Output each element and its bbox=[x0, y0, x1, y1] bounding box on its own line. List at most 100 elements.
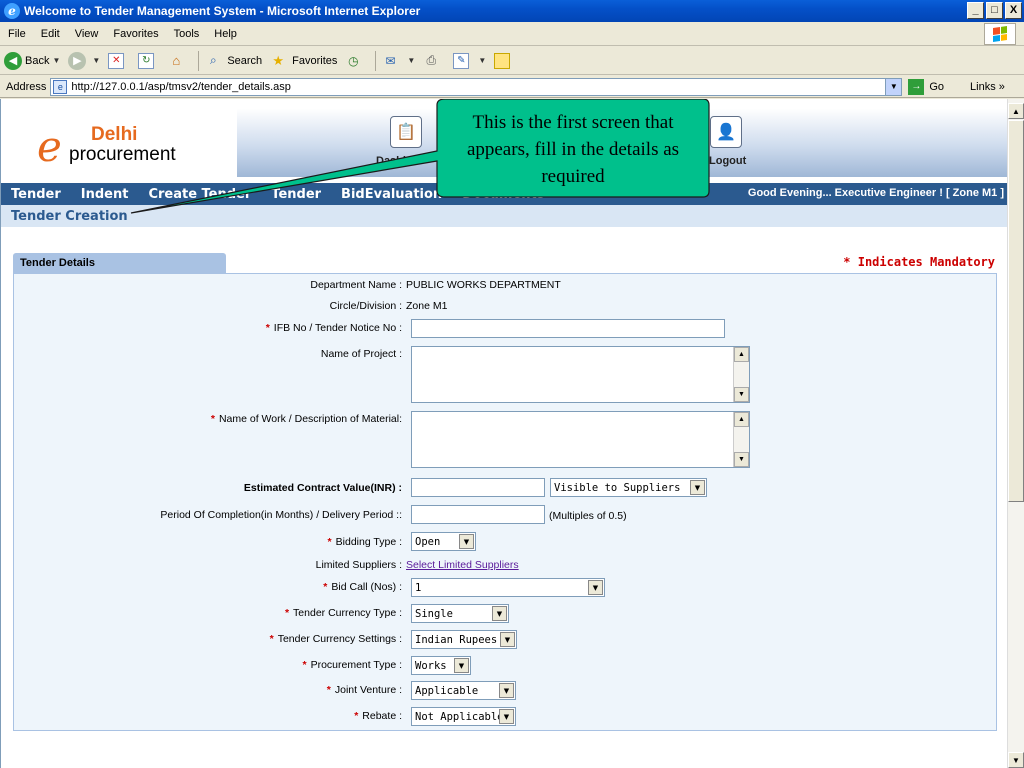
messenger-button[interactable] bbox=[494, 52, 516, 69]
required-marker: * bbox=[302, 659, 307, 671]
links-button[interactable]: Links » bbox=[970, 81, 1005, 93]
currency-settings-select[interactable]: Indian Rupees ▼ bbox=[411, 630, 517, 649]
toolbar-separator bbox=[375, 50, 377, 71]
limited-suppliers-row: Limited Suppliers : Select Limited Suppl… bbox=[14, 559, 996, 571]
title-bar: e Welcome to Tender Management System - … bbox=[0, 0, 1024, 22]
scroll-thumb[interactable] bbox=[1008, 120, 1024, 502]
work-textarea[interactable]: ▲ ▼ bbox=[411, 411, 750, 468]
back-button[interactable]: ◀ Back ▼ bbox=[4, 51, 60, 70]
tender-details-tab: Tender Details bbox=[13, 253, 226, 273]
search-icon: ⌕ bbox=[209, 53, 217, 67]
menu-file[interactable]: File bbox=[8, 28, 26, 40]
window-controls: _ □ X bbox=[967, 2, 1022, 19]
address-label: Address bbox=[6, 80, 47, 93]
tender-details-panel: Department Name : PUBLIC WORKS DEPARTMEN… bbox=[13, 273, 997, 731]
procurement-type-select[interactable]: Works ▼ bbox=[411, 656, 471, 675]
jv-label: Joint Venture : bbox=[334, 684, 402, 696]
history-icon: ◷ bbox=[348, 53, 359, 68]
back-label: Back bbox=[25, 54, 50, 67]
window-title: Welcome to Tender Management System - Mi… bbox=[24, 4, 421, 18]
menu-favorites[interactable]: Favorites bbox=[113, 28, 158, 40]
textarea-scrollbar[interactable]: ▲ ▼ bbox=[733, 347, 749, 402]
chevron-down-icon: ▼ bbox=[588, 580, 603, 595]
nav-indent[interactable]: Indent bbox=[81, 187, 129, 202]
chevron-down-icon: ▼ bbox=[500, 632, 515, 647]
bid-call-select[interactable]: 1 ▼ bbox=[411, 578, 605, 597]
toolbar-separator bbox=[198, 50, 200, 71]
department-row: Department Name : PUBLIC WORKS DEPARTMEN… bbox=[14, 279, 996, 291]
nav-tender[interactable]: Tender bbox=[11, 187, 61, 202]
chevron-down-icon: ▼ bbox=[454, 658, 469, 673]
nav-bid-evaluation[interactable]: BidEvaluation bbox=[341, 187, 442, 202]
favorites-button[interactable]: ★ Favorites bbox=[270, 53, 337, 69]
nav-tender-2[interactable]: Tender bbox=[271, 187, 321, 202]
chevron-down-icon: ▼ bbox=[499, 683, 514, 698]
rebate-select[interactable]: Not Applicable ▼ bbox=[411, 707, 516, 726]
work-label: Name of Work / Description of Material: bbox=[218, 413, 402, 425]
menu-view[interactable]: View bbox=[75, 28, 99, 40]
bidcall-label: Bid Call (Nos) : bbox=[331, 581, 402, 593]
breadcrumb: Tender Creation bbox=[1, 205, 1007, 227]
dashboard-icon[interactable]: 📋 bbox=[390, 116, 422, 148]
scroll-down-icon[interactable]: ▼ bbox=[1008, 752, 1024, 768]
chevron-down-icon[interactable]: ▼ bbox=[885, 78, 902, 95]
ifb-input[interactable] bbox=[411, 319, 725, 338]
close-button[interactable]: X bbox=[1005, 2, 1022, 19]
refresh-button[interactable]: ↻ bbox=[138, 52, 160, 69]
page-title: Tender Creation bbox=[11, 208, 128, 224]
note-icon bbox=[494, 52, 511, 69]
chevron-down-icon: ▼ bbox=[407, 56, 416, 65]
ecv-visibility-select[interactable]: Visible to Suppliers ▼ bbox=[550, 478, 707, 497]
search-button[interactable]: ⌕ Search bbox=[205, 53, 262, 69]
ecv-input[interactable] bbox=[411, 478, 545, 497]
bidding-type-select[interactable]: Open ▼ bbox=[411, 532, 476, 551]
history-button[interactable]: ◷ bbox=[345, 53, 367, 69]
limited-label: Limited Suppliers : bbox=[315, 559, 402, 571]
chevron-down-icon: ▼ bbox=[492, 606, 507, 621]
period-input[interactable] bbox=[411, 505, 545, 524]
home-button[interactable]: ⌂ bbox=[168, 53, 190, 69]
vertical-scrollbar[interactable]: ▲ ▼ bbox=[1007, 99, 1024, 768]
go-button[interactable]: → Go bbox=[908, 78, 945, 95]
scroll-up-icon[interactable]: ▲ bbox=[1008, 103, 1024, 119]
currency-type-label: Tender Currency Type : bbox=[293, 607, 402, 619]
windows-logo-icon bbox=[984, 23, 1016, 45]
go-label: Go bbox=[929, 80, 945, 93]
maximize-button[interactable]: □ bbox=[986, 2, 1003, 19]
circle-label: Circle/Division : bbox=[329, 300, 402, 312]
mail-icon: ✉ bbox=[385, 53, 396, 68]
circle-value: Zone M1 bbox=[406, 300, 448, 312]
select-limited-suppliers-link[interactable]: Select Limited Suppliers bbox=[406, 559, 519, 571]
ifb-label: IFB No / Tender Notice No : bbox=[273, 322, 402, 334]
menu-help[interactable]: Help bbox=[214, 28, 237, 40]
chevron-down-icon: ▼ bbox=[478, 56, 487, 65]
nav-create-tender[interactable]: Create Tender bbox=[148, 187, 251, 202]
forward-button[interactable]: ▶ ▼ bbox=[68, 51, 101, 70]
stop-button[interactable]: ✕ bbox=[108, 52, 130, 69]
page-content: e Delhi procurement 📋 Dashb 👤 Logout Ten… bbox=[0, 99, 1007, 768]
currency-type-select[interactable]: Single ▼ bbox=[411, 604, 509, 623]
chevron-down-icon: ▼ bbox=[690, 480, 705, 495]
minimize-button[interactable]: _ bbox=[967, 2, 984, 19]
logo[interactable]: e Delhi procurement bbox=[1, 99, 237, 183]
required-marker: * bbox=[284, 607, 290, 619]
logout-icon[interactable]: 👤 bbox=[710, 116, 742, 148]
mail-button[interactable]: ✉ ▼ bbox=[382, 53, 415, 69]
browser-window: e Welcome to Tender Management System - … bbox=[0, 0, 1024, 768]
edit-button[interactable]: ✎ ▼ bbox=[453, 52, 487, 69]
print-icon: ⎙ bbox=[426, 53, 437, 67]
textarea-scrollbar[interactable]: ▲ ▼ bbox=[733, 412, 749, 467]
print-button[interactable]: ⎙ bbox=[423, 53, 445, 69]
logout-label[interactable]: Logout bbox=[709, 155, 746, 167]
address-input[interactable]: e http://127.0.0.1/asp/tmsv2/tender_deta… bbox=[50, 77, 903, 96]
joint-venture-select[interactable]: Applicable ▼ bbox=[411, 681, 516, 700]
search-label: Search bbox=[227, 54, 263, 67]
required-marker: * bbox=[326, 684, 331, 696]
menu-tools[interactable]: Tools bbox=[174, 28, 200, 40]
chevron-down-icon: ▼ bbox=[92, 56, 101, 65]
required-marker: * bbox=[265, 322, 270, 334]
dashboard-label[interactable]: Dashb bbox=[376, 155, 410, 167]
callout-text: This is the first screen that appears, f… bbox=[466, 111, 680, 187]
menu-edit[interactable]: Edit bbox=[41, 28, 60, 40]
project-textarea[interactable]: ▲ ▼ bbox=[411, 346, 750, 403]
